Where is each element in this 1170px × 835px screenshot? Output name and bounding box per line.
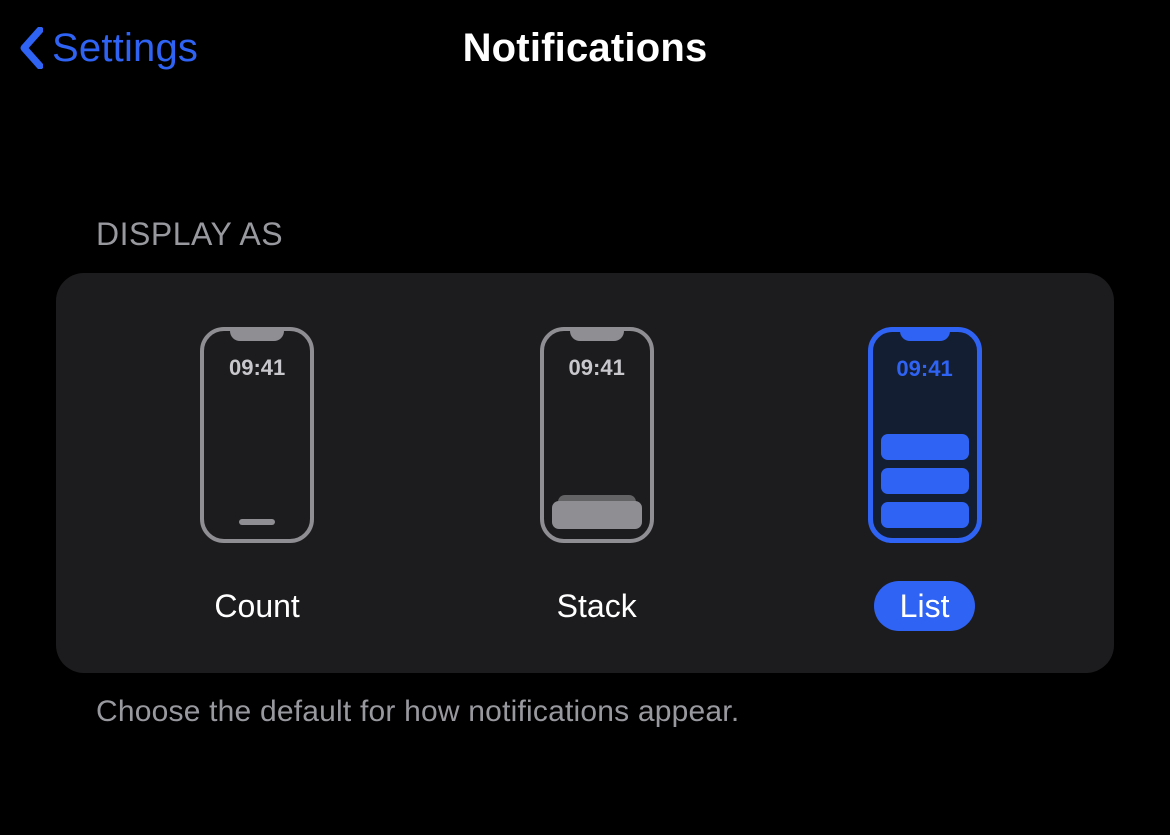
stack-indicator-icon [552, 495, 642, 529]
phone-preview-count: 09:41 [200, 317, 314, 543]
count-indicator-icon [239, 519, 275, 525]
display-as-card: 09:41 Count 09:41 Stack 09:41 [56, 273, 1114, 673]
list-indicator-icon [881, 434, 969, 528]
section-footer: Choose the default for how notifications… [96, 695, 1170, 729]
back-label: Settings [52, 26, 198, 71]
section-header: DISPLAY AS [96, 216, 1170, 253]
chevron-left-icon [14, 21, 48, 75]
phone-notch-icon [900, 327, 950, 341]
phone-clock: 09:41 [229, 355, 285, 381]
back-button[interactable]: Settings [14, 0, 198, 96]
option-label-list: List [874, 581, 976, 631]
phone-preview-stack: 09:41 [540, 317, 654, 543]
phone-clock: 09:41 [896, 356, 952, 382]
option-stack[interactable]: 09:41 Stack [531, 317, 663, 631]
phone-preview-list: 09:41 [868, 317, 982, 543]
phone-notch-icon [570, 327, 624, 341]
option-label-count: Count [188, 581, 325, 631]
option-list[interactable]: 09:41 List [868, 317, 982, 631]
option-count[interactable]: 09:41 Count [188, 317, 325, 631]
option-label-stack: Stack [531, 581, 663, 631]
phone-clock: 09:41 [569, 355, 625, 381]
phone-notch-icon [230, 327, 284, 341]
navigation-bar: Settings Notifications [0, 0, 1170, 96]
